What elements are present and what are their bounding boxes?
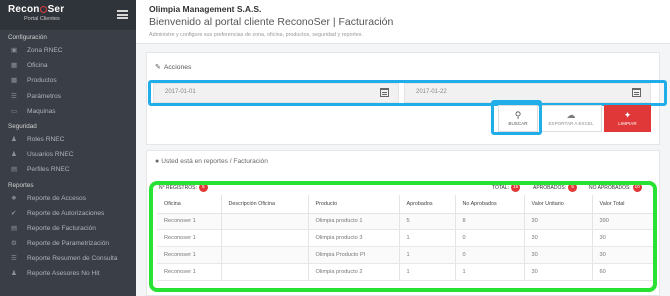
sidebar-header: Recon Ser Portal Clientes xyxy=(0,0,136,30)
map-marker-icon: ● xyxy=(155,158,160,165)
sidebar-item[interactable]: ⚙ Reporte de Parametrización xyxy=(0,236,136,251)
sidebar-item-label: Reporte de Facturación xyxy=(27,224,96,232)
sliders-icon: ☰ xyxy=(11,92,17,100)
sidebar-item-label: Perfiles RNEC xyxy=(27,166,70,174)
sidebar-item-label: Reporte Asesores No Hit xyxy=(27,270,100,278)
sidebar-section-title: Seguridad xyxy=(8,122,37,130)
sidebar-item[interactable]: ▩ Productos xyxy=(0,73,136,88)
gear-icon: ⚙ xyxy=(11,240,17,248)
sidebar-item[interactable]: ☰ Reporte Resumen de Consulta xyxy=(0,251,136,266)
sidebar-item-label: Reporte de Parametrización xyxy=(27,240,110,248)
user-icon: ♟ xyxy=(11,270,17,278)
check-icon: ✔ xyxy=(11,209,17,217)
cloud-download-icon: ☁ xyxy=(566,110,576,120)
page-title: Bienvenido al portal cliente ReconoSer |… xyxy=(149,16,394,28)
sidebar-item[interactable]: ♟ Roles RNEC xyxy=(0,132,136,147)
sidebar-item-label: Oficina xyxy=(27,62,48,70)
sidebar-item-label: Reporte de Autorizaciones xyxy=(27,209,105,217)
actions-panel: ✎ Acciones 2017-01-01 2017-01-22 ⚲ BUSCAR… xyxy=(146,52,667,145)
sidebar-item[interactable]: ▦ Oficina xyxy=(0,58,136,73)
laptop-icon: ▭ xyxy=(11,107,18,115)
sidebar: Recon Ser Portal Clientes Configuración ▣ Z… xyxy=(0,0,136,296)
box-icon: ▩ xyxy=(11,77,18,85)
users-icon: ♟ xyxy=(11,135,17,143)
dates-highlight xyxy=(148,80,667,106)
office-icon: ▦ xyxy=(11,62,18,70)
menu-toggle-icon[interactable] xyxy=(117,10,128,19)
page-header: Olimpia Management S.A.S. Bienvenido al … xyxy=(136,0,670,44)
list-icon: ☰ xyxy=(11,255,17,263)
sidebar-item-label: Productos xyxy=(27,77,57,85)
sidebar-item-label: Roles RNEC xyxy=(27,135,65,143)
sidebar-item[interactable]: ♟ Usuarios RNEC xyxy=(0,147,136,162)
sidebar-item-label: Usuarios RNEC xyxy=(27,151,74,159)
report-panel: ● Usted está en reportes / Facturación N°… xyxy=(146,150,660,296)
sidebar-item-label: Maquinas xyxy=(27,107,56,115)
sidebar-item[interactable]: ▤ Perfiles RNEC xyxy=(0,162,136,177)
invoice-icon: ▤ xyxy=(11,224,18,232)
sidebar-item-label: Zona RNEC xyxy=(27,47,63,54)
sidebar-item-label: Reporte de Accesos xyxy=(27,194,87,202)
sidebar-section-title: Reportes xyxy=(8,181,34,189)
actions-title: ✎ Acciones xyxy=(155,64,192,71)
logo[interactable]: Recon Ser Portal Clientes xyxy=(8,4,64,22)
sidebar-item[interactable]: ▣ Zona RNEC xyxy=(0,43,136,58)
logo-main: Recon Ser xyxy=(8,4,65,15)
brush-icon: ✦ xyxy=(623,110,632,120)
sidebar-item[interactable]: ✔ Reporte de Autorizaciones xyxy=(0,206,136,221)
sidebar-item[interactable]: ▭ Maquinas xyxy=(0,104,136,119)
wrench-icon: ❖ xyxy=(11,194,17,202)
sidebar-nav: Configuración ▣ Zona RNEC ▦ Oficina ▩ Producto… xyxy=(0,30,136,282)
export-excel-button[interactable]: ☁ EXPORTAR A EXCEL xyxy=(540,105,602,132)
table-highlight xyxy=(149,181,657,292)
magic-wand-icon: ✎ xyxy=(155,64,161,71)
logo-subtitle: Portal Clientes xyxy=(24,16,60,22)
sidebar-section-title: Configuración xyxy=(8,34,47,41)
page-description: Administre y configure sus preferencias … xyxy=(149,32,363,38)
sidebar-item[interactable]: ☰ Parámetros xyxy=(0,89,136,104)
id-card-icon: ▤ xyxy=(11,166,18,174)
sidebar-item-label: Reporte Resumen de Consulta xyxy=(27,255,118,263)
sidebar-item[interactable]: ♟ Reporte Asesores No Hit xyxy=(0,266,136,281)
sidebar-item-label: Parámetros xyxy=(27,92,62,100)
breadcrumb: ● Usted está en reportes / Facturación xyxy=(155,158,268,165)
clear-button[interactable]: ✦ LIMPIAR xyxy=(604,105,651,132)
sidebar-item[interactable]: ▤ Reporte de Facturación xyxy=(0,221,136,236)
search-button-highlight xyxy=(491,100,542,135)
company-name: Olimpia Management S.A.S. xyxy=(149,4,262,14)
sidebar-item[interactable]: ❖ Reporte de Accesos xyxy=(0,191,136,206)
map-icon: ▣ xyxy=(11,47,18,54)
users-icon: ♟ xyxy=(11,151,17,159)
main-content: Olimpia Management S.A.S. Bienvenido al … xyxy=(136,0,670,296)
logo-circle-icon xyxy=(40,5,48,13)
